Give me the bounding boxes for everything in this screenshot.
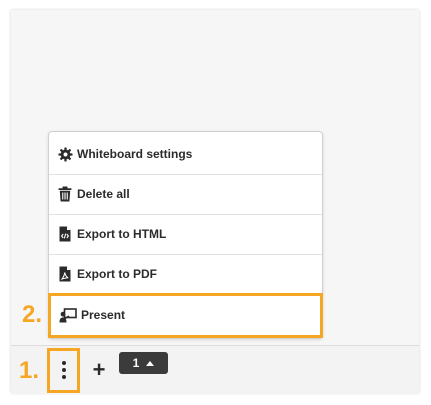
step-1-label: 1. — [19, 357, 40, 384]
step-2-label: 2. — [22, 301, 43, 328]
more-menu-button[interactable] — [50, 350, 77, 390]
add-page-button[interactable]: + — [89, 357, 109, 383]
gear-icon — [57, 146, 73, 162]
export-html-item[interactable]: Export to HTML — [49, 214, 322, 254]
file-code-icon — [57, 226, 73, 242]
whiteboard-settings-item[interactable]: Whiteboard settings — [49, 134, 322, 174]
present-highlight-box — [48, 293, 323, 338]
delete-all-item[interactable]: Delete all — [49, 174, 322, 214]
menu-item-label: Export to HTML — [77, 227, 167, 241]
page-number: 1 — [132, 356, 140, 370]
trash-icon — [57, 186, 73, 202]
kebab-dot — [61, 368, 66, 372]
kebab-dot — [61, 361, 66, 365]
menu-item-label: Export to PDF — [77, 267, 157, 281]
menu-item-label: Whiteboard settings — [77, 147, 193, 161]
kebab-dot — [61, 375, 66, 379]
menu-item-label: Delete all — [77, 187, 130, 201]
export-pdf-item[interactable]: Export to PDF — [49, 254, 322, 294]
file-pdf-icon — [57, 266, 73, 282]
page-selector-button[interactable]: 1 — [119, 352, 168, 374]
caret-up-icon — [146, 360, 155, 366]
